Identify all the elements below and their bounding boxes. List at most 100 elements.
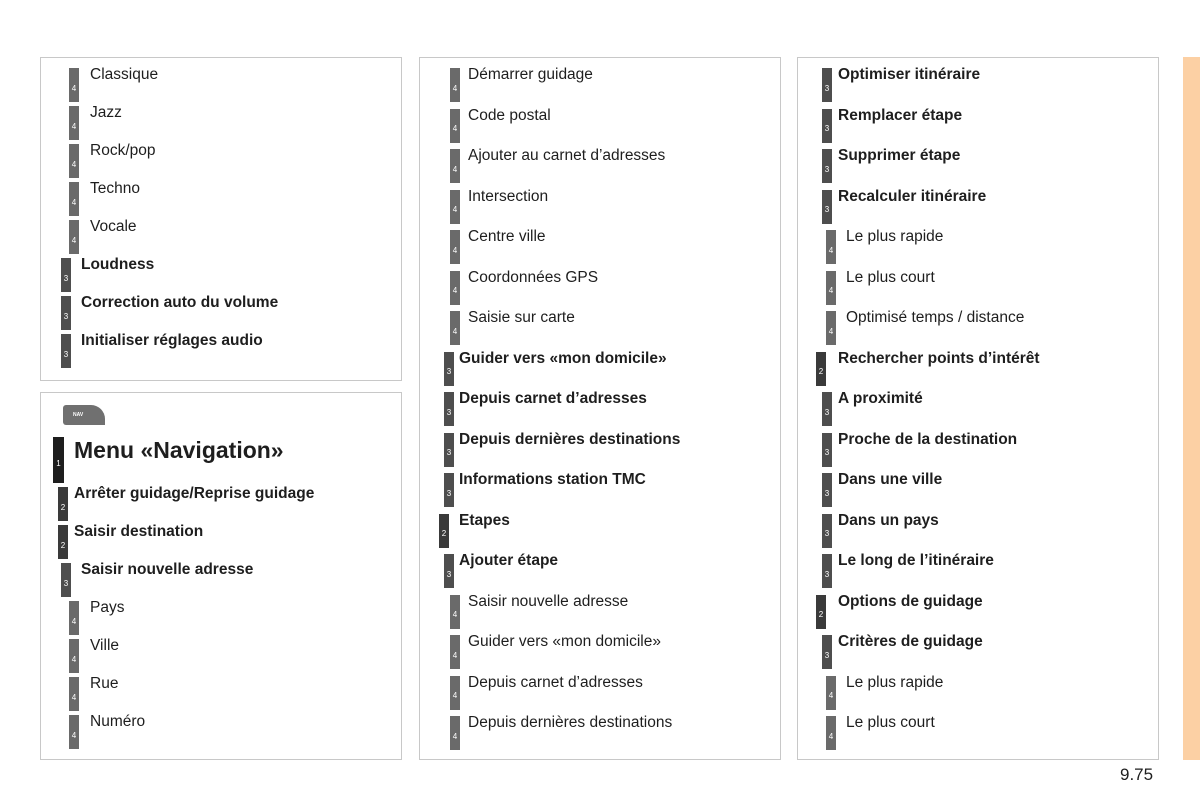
menu-item-label: Depuis carnet d’adresses [459, 390, 647, 407]
menu-item-label: Remplacer étape [838, 106, 963, 124]
level-marker: 4 [826, 716, 836, 750]
level-marker: 4 [69, 68, 79, 102]
level-marker: 4 [826, 230, 836, 264]
level-marker: 3 [822, 149, 832, 183]
menu-item-label: Rue [90, 675, 119, 692]
menu-item-label: Arrêter guidage/Reprise guidage [74, 485, 315, 502]
menu-item-label: Correction auto du volume [81, 294, 279, 311]
level-marker: 4 [69, 220, 79, 254]
menu-item-label: Options de guidage [838, 592, 983, 610]
level-marker: 3 [822, 432, 832, 467]
menu-item-label: Etapes [459, 511, 510, 529]
menu-item-label: Depuis dernières destinations [468, 714, 673, 731]
level-marker: 3 [61, 296, 71, 330]
menu-item-label: Saisir destination [74, 523, 204, 540]
menu-item-label: Le plus court [846, 268, 935, 286]
level-marker: 3 [822, 554, 832, 588]
menu-item-label: Depuis dernières destinations [459, 430, 681, 448]
level-marker: 4 [450, 594, 460, 629]
level-marker: 4 [450, 311, 460, 345]
level-marker: 3 [444, 351, 454, 386]
level-marker: 4 [450, 675, 460, 710]
level-marker: 3 [61, 334, 71, 368]
level-marker: 4 [826, 270, 836, 305]
menu-item-label: Depuis carnet d’adresses [468, 673, 643, 691]
menu-item-label: Pays [90, 599, 125, 616]
level-marker: 3 [61, 563, 71, 597]
level-marker: 3 [444, 392, 454, 426]
menu-item-label: Guider vers «mon domicile» [468, 633, 661, 650]
menu-item-label: Guider vers «mon domicile» [459, 349, 667, 367]
menu-item-label: Techno [90, 180, 140, 197]
level-marker: 4 [450, 149, 460, 183]
navigation-menu-panel: NAV 1 Menu «Navigation» 2 Arrêter guidage… [40, 392, 402, 760]
nav-button-icon: NAV [63, 405, 105, 425]
menu-item-label: Rechercher points d’intérêt [838, 349, 1040, 367]
level-marker: 3 [822, 108, 832, 143]
page-number: 9.75 [1120, 765, 1154, 784]
level-marker: 3 [61, 258, 71, 292]
level-marker: 2 [58, 525, 68, 559]
menu-item-label: Loudness [81, 256, 155, 273]
level-marker: 4 [450, 189, 460, 224]
menu-item-label: Optimisé temps / distance [846, 309, 1025, 326]
menu-item-label: Le plus rapide [846, 228, 944, 245]
menu-item-label: Ajouter au carnet d’adresses [468, 147, 666, 164]
level-marker: 4 [69, 144, 79, 178]
menu-item-label: Rock/pop [90, 142, 156, 159]
level-marker: 3 [444, 473, 454, 507]
level-marker: 2 [58, 487, 68, 521]
level-marker: 2 [816, 351, 826, 386]
level-marker: 3 [822, 513, 832, 548]
level-marker: 4 [69, 601, 79, 635]
level-marker: 4 [69, 677, 79, 711]
menu-item-label: Ville [90, 637, 120, 654]
destination-menu-panel: 4 Démarrer guidage 4 Code postal 4 Ajouter au… [419, 57, 781, 760]
menu-item-label: Le plus rapide [846, 673, 944, 691]
level-marker: 4 [450, 230, 460, 264]
menu-item-label: Optimiser itinéraire [838, 66, 981, 83]
menu-item-label: Coordonnées GPS [468, 268, 599, 286]
menu-item-label: Démarrer guidage [468, 66, 593, 83]
audio-settings-panel: 4 Classique 4 Jazz 4 Rock/pop 4 Techno 4 Vocale 3 L… [40, 57, 402, 381]
page-title: Menu «Navigation» [74, 437, 284, 463]
menu-item-label: A proximité [838, 390, 923, 407]
menu-item-label: Dans une ville [838, 471, 943, 488]
level-marker: 4 [69, 639, 79, 673]
menu-item-label: Initialiser réglages audio [81, 332, 263, 349]
menu-item-label: Recalculer itinéraire [838, 187, 987, 205]
menu-item-label: Intersection [468, 187, 549, 205]
menu-item-label: Numéro [90, 713, 146, 730]
menu-item-label: Jazz [90, 104, 122, 121]
menu-item-label: Le plus court [846, 714, 935, 731]
menu-item-label: Ajouter étape [459, 552, 559, 569]
menu-item-label: Centre ville [468, 228, 546, 245]
level-marker: 2 [439, 513, 449, 548]
route-options-panel: 3 Optimiser itinéraire 3 Remplacer étape 3 Su… [797, 57, 1159, 760]
menu-item-label: Code postal [468, 106, 551, 124]
level-marker: 3 [822, 473, 832, 507]
level-marker: 2 [816, 594, 826, 629]
level-marker: 3 [822, 189, 832, 224]
level-marker: 4 [69, 715, 79, 749]
level-marker: 3 [822, 392, 832, 426]
level-marker: 4 [826, 675, 836, 710]
menu-item-label: Informations station TMC [459, 471, 646, 488]
level-marker: 4 [450, 108, 460, 143]
level-marker: 4 [69, 182, 79, 216]
menu-item-label: Proche de la destination [838, 430, 1018, 448]
menu-item-label: Dans un pays [838, 511, 939, 529]
level-marker: 4 [450, 716, 460, 750]
menu-item-label: Vocale [90, 218, 137, 235]
menu-item-label: Saisie sur carte [468, 309, 575, 326]
level-marker: 4 [450, 68, 460, 102]
menu-item-label: Saisir nouvelle adresse [81, 561, 254, 578]
menu-item-label: Supprimer étape [838, 147, 961, 164]
level-marker: 1 [53, 437, 64, 483]
chapter-tab [1183, 57, 1200, 760]
menu-item-label: Saisir nouvelle adresse [468, 592, 629, 610]
level-marker: 3 [822, 68, 832, 102]
menu-item-label: Le long de l’itinéraire [838, 552, 994, 569]
level-marker: 3 [444, 554, 454, 588]
level-marker: 3 [822, 635, 832, 669]
